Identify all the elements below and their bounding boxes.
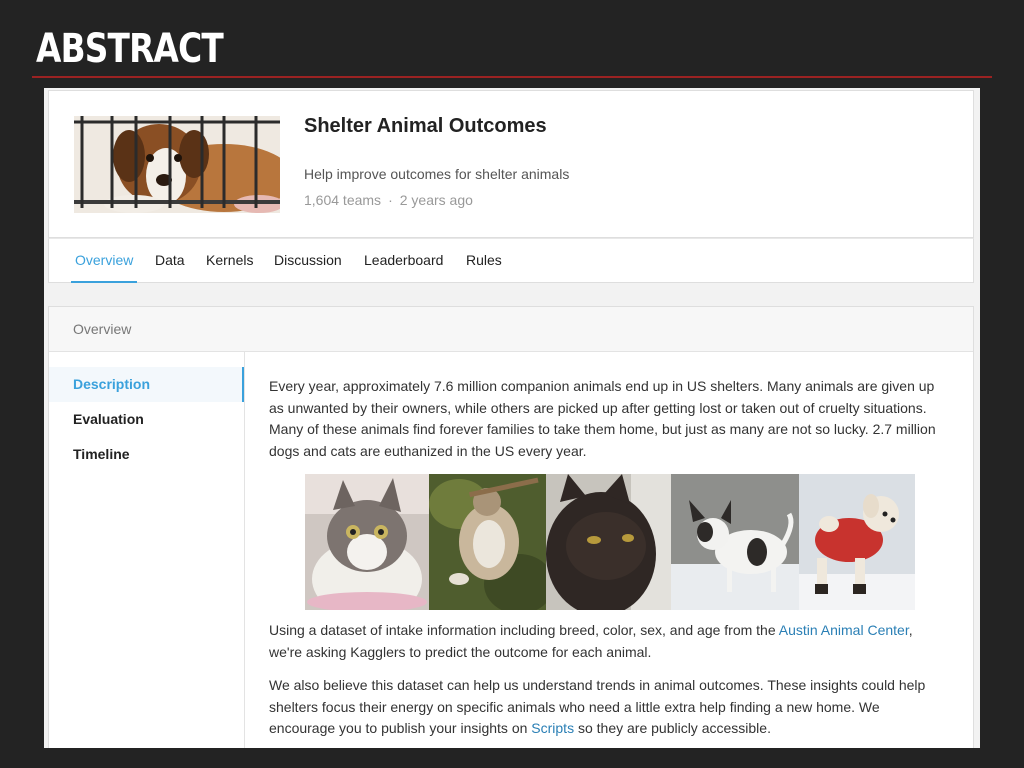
- animal-photo-strip: [305, 474, 915, 610]
- team-count: 1,604 teams: [304, 192, 382, 208]
- competition-subtitle: Help improve outcomes for shelter animal…: [304, 166, 570, 182]
- tab-discussion[interactable]: Discussion: [274, 239, 342, 283]
- description-paragraph-1: Every year, approximately 7.6 million co…: [269, 378, 936, 459]
- competition-header: Shelter Animal Outcomes Help improve out…: [48, 90, 974, 238]
- tab-kernels[interactable]: Kernels: [206, 239, 253, 283]
- scripts-link[interactable]: Scripts: [531, 720, 574, 736]
- tab-rules[interactable]: Rules: [466, 239, 502, 283]
- competition-tabs: Overview Data Kernels Discussion Leaderb…: [48, 238, 974, 283]
- black-cat-photo: [546, 474, 671, 610]
- overview-section: Overview Description Evaluation Timeline…: [48, 306, 974, 748]
- competition-meta: 1,604 teams · 2 years ago: [304, 192, 473, 208]
- tab-leaderboard[interactable]: Leaderboard: [364, 239, 443, 283]
- competition-age: 2 years ago: [399, 192, 473, 208]
- cat-playing-photo: [429, 474, 546, 610]
- chihuahua-photo: [671, 474, 799, 610]
- side-nav-timeline[interactable]: Timeline: [49, 437, 244, 472]
- slide-divider: [32, 76, 992, 78]
- description-content: Every year, approximately 7.6 million co…: [269, 376, 949, 748]
- meta-separator: ·: [388, 192, 393, 208]
- slide-title: ABSTRACT: [36, 26, 224, 72]
- competition-thumbnail: [74, 116, 280, 213]
- side-nav-evaluation[interactable]: Evaluation: [49, 402, 244, 437]
- austin-animal-center-link[interactable]: Austin Animal Center: [779, 622, 909, 638]
- poodle-photo: [799, 474, 915, 610]
- tabby-cat-photo: [305, 474, 429, 610]
- browser-screenshot: Shelter Animal Outcomes Help improve out…: [44, 88, 980, 748]
- tab-data[interactable]: Data: [155, 239, 185, 283]
- competition-title: Shelter Animal Outcomes: [304, 115, 547, 137]
- description-paragraph-2: Using a dataset of intake information in…: [269, 622, 913, 660]
- description-paragraph-3: We also believe this dataset can help us…: [269, 677, 926, 736]
- overview-side-nav: Description Evaluation Timeline: [49, 352, 245, 748]
- side-nav-description[interactable]: Description: [49, 367, 244, 402]
- overview-header: Overview: [49, 307, 973, 352]
- tab-overview[interactable]: Overview: [71, 239, 138, 283]
